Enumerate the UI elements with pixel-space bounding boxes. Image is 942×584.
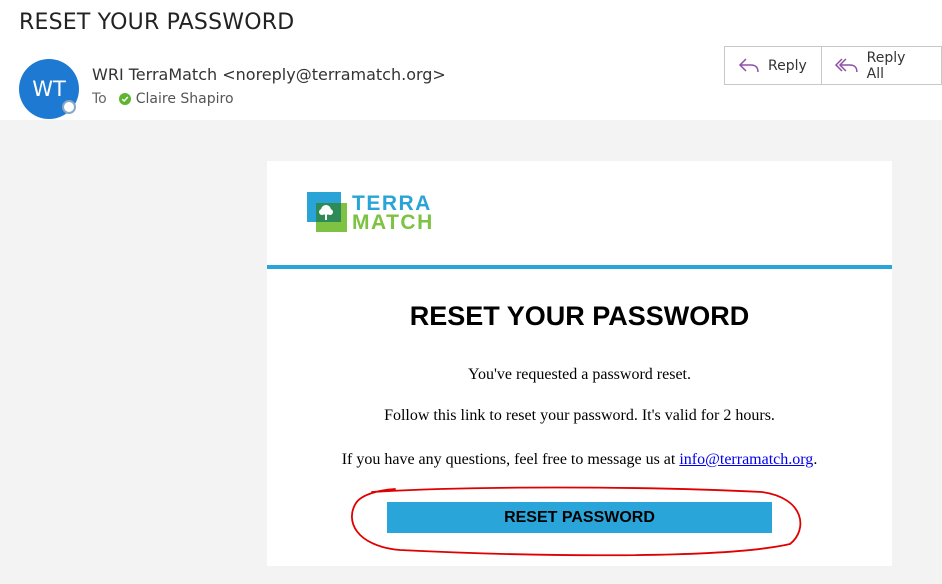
reply-actions: Reply Reply All (724, 46, 942, 85)
message-line-instructions: Follow this link to reset your password.… (384, 407, 775, 424)
message-line-request: You've requested a password reset. (468, 366, 691, 383)
reply-all-button[interactable]: Reply All (820, 47, 941, 84)
logo-tree-icon (307, 192, 347, 232)
message-line-contact: If you have any questions, feel free to … (267, 451, 892, 469)
message-title: RESET YOUR PASSWORD (409, 301, 750, 331)
available-check-icon (118, 93, 131, 105)
recipient-name[interactable]: Claire Shapiro (136, 91, 234, 107)
avatar-initials: WT (32, 77, 66, 101)
reply-label: Reply (768, 57, 807, 74)
email-subject: RESET YOUR PASSWORD (19, 10, 295, 35)
reset-password-button[interactable]: RESET PASSWORD (387, 502, 772, 533)
to-label: To (92, 91, 107, 107)
email-message-card: TERRA MATCH RESET YOUR PASSWORD You've r… (267, 161, 892, 566)
reply-all-label: Reply All (866, 49, 906, 82)
contact-text: If you have any questions, feel free to … (341, 451, 680, 468)
header-divider (267, 265, 892, 269)
recipients-line: To Claire Shapiro (92, 91, 234, 107)
sender-address[interactable]: WRI TerraMatch <noreply@terramatch.org> (92, 65, 446, 84)
reply-button[interactable]: Reply (725, 47, 821, 84)
reply-all-icon (834, 58, 858, 72)
contact-email-link[interactable]: info@terramatch.org (679, 451, 813, 468)
logo-wordmark: TERRA MATCH (352, 193, 434, 234)
presence-status-icon (62, 100, 76, 114)
terramatch-logo: TERRA MATCH (307, 192, 467, 234)
reply-icon (738, 57, 759, 72)
contact-text-end: . (813, 451, 818, 468)
logo-text-match: MATCH (352, 211, 434, 234)
